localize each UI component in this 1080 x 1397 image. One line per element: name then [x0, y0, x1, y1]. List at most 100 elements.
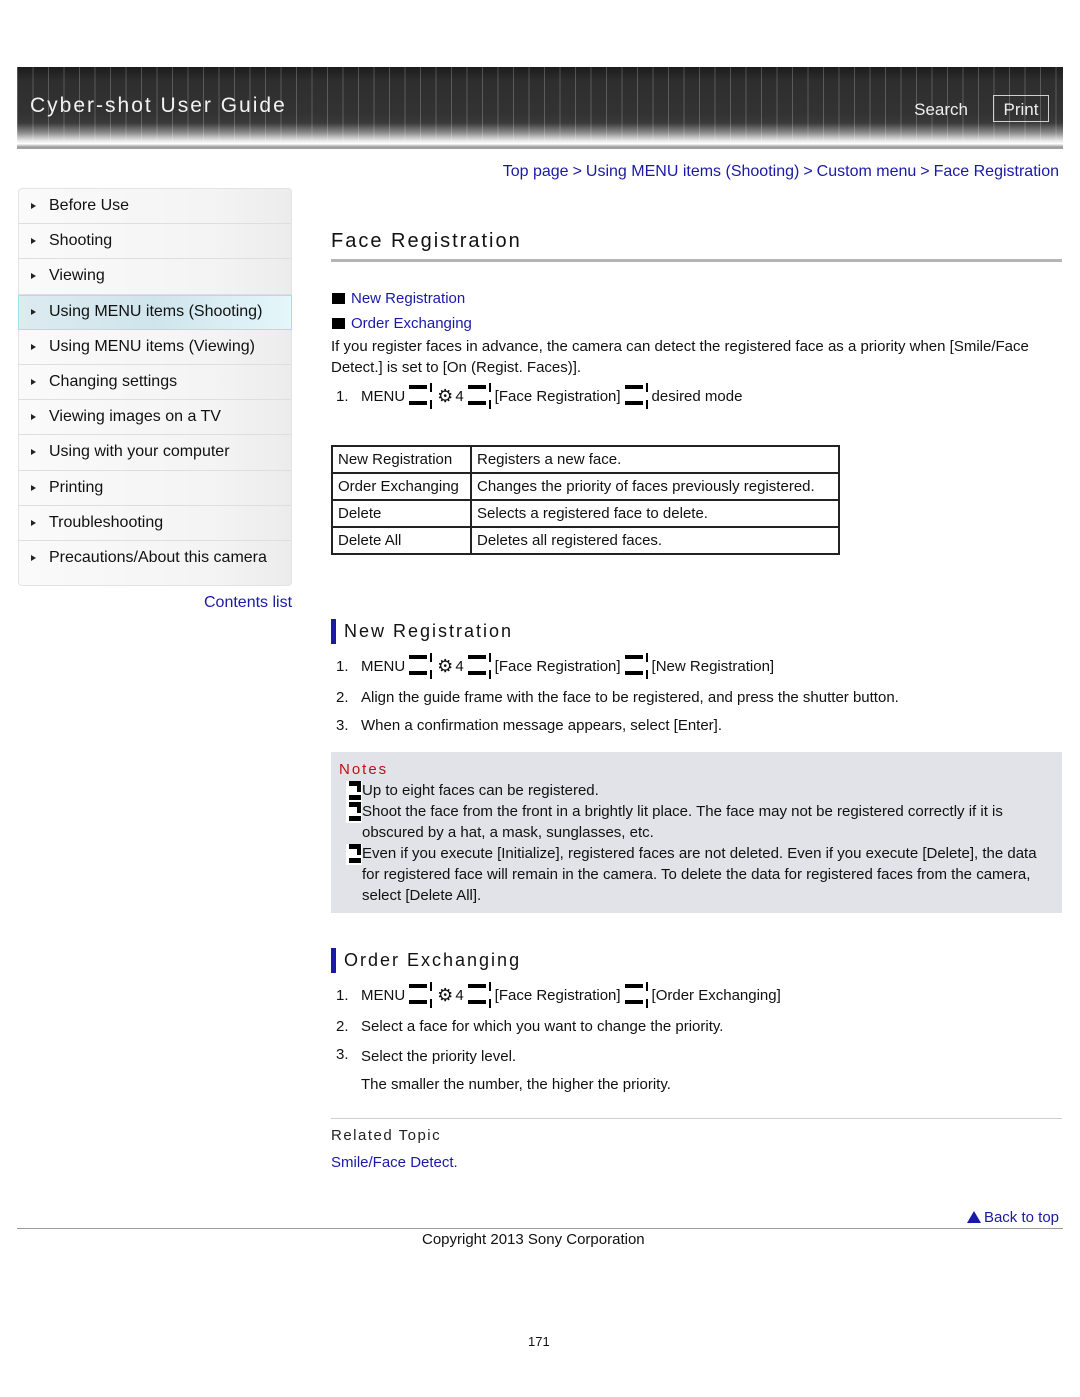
- page-toc: New Registration Order Exchanging: [332, 286, 472, 336]
- sidebar-item-printing[interactable]: Printing: [19, 471, 291, 506]
- step-number: 1.: [336, 657, 349, 675]
- contents-list-link[interactable]: Contents list: [204, 594, 292, 612]
- step-subtext: The smaller the number, the higher the p…: [361, 1076, 671, 1093]
- breadcrumb-face-registration[interactable]: Face Registration: [934, 163, 1059, 180]
- step-content: Select the priority level. The smaller t…: [361, 1046, 671, 1095]
- breadcrumb-separator: >: [803, 163, 813, 180]
- sidebar-item-label: Shooting: [49, 232, 113, 250]
- sidebar-item-troubleshooting[interactable]: Troubleshooting: [19, 506, 291, 541]
- intro-step: 1. MENU ⚙ 4 [Face Registration] desired …: [336, 383, 742, 409]
- related-link-smile-face-detect[interactable]: Smile/Face Detect.: [331, 1154, 458, 1171]
- bracket-arrow-icon: [623, 383, 650, 409]
- sidebar-item-precautions[interactable]: Precautions/About this camera: [19, 541, 291, 576]
- title-divider: [331, 259, 1062, 262]
- sidebar-item-shooting[interactable]: Shooting: [19, 224, 291, 260]
- print-button[interactable]: Print: [993, 95, 1049, 122]
- triangle-right-icon: [31, 449, 36, 456]
- breadcrumb-separator: >: [920, 163, 930, 180]
- header-bar: Cyber-shot User Guide Search Print: [17, 67, 1063, 147]
- sidebar-item-label: Viewing images on a TV: [49, 408, 221, 426]
- toc-item: New Registration: [332, 286, 472, 311]
- step-text: Align the guide frame with the face to b…: [361, 689, 899, 706]
- step-number: 2.: [336, 1018, 349, 1035]
- sidebar-item-label: Troubleshooting: [49, 513, 164, 531]
- bracket-arrow-icon: [623, 653, 650, 679]
- triangle-right-icon: [31, 238, 36, 245]
- step-tab-number: 4: [455, 387, 464, 405]
- sidebar-nav: Before Use Shooting Viewing Using MENU i…: [18, 188, 292, 586]
- options-table: New Registration Registers a new face. Or…: [331, 445, 840, 555]
- step-item: 2. Select a face for which you want to c…: [336, 1018, 723, 1035]
- triangle-right-icon: [31, 203, 36, 210]
- step-number: 1.: [336, 387, 349, 405]
- step-menu-label: MENU: [361, 387, 406, 405]
- note-text: Shoot the face from the front in a brigh…: [362, 803, 1003, 841]
- bracket-arrow-icon: [407, 653, 434, 679]
- notes-box: Notes Up to eight faces can be registere…: [331, 752, 1062, 913]
- triangle-right-icon: [31, 414, 36, 421]
- table-row: Order Exchanging Changes the priority of …: [331, 472, 840, 501]
- breadcrumb-custom-menu[interactable]: Custom menu: [817, 163, 917, 180]
- sidebar-item-menu-shooting[interactable]: Using MENU items (Shooting): [18, 294, 292, 330]
- triangle-right-icon: [31, 379, 36, 386]
- step-target: [New Registration]: [651, 657, 775, 675]
- step-item: 1. MENU ⚙ 4 [Face Registration] [Order E…: [336, 982, 781, 1008]
- bracket-arrow-icon: [407, 982, 434, 1008]
- note-text: Even if you execute [Initialize], regist…: [362, 845, 1037, 904]
- breadcrumb: Top page > Using MENU items (Shooting) > Cus…: [503, 163, 1059, 181]
- sidebar-item-viewing-tv[interactable]: Viewing images on a TV: [19, 400, 291, 436]
- step-item: 3. When a confirmation message appears, …: [336, 717, 722, 734]
- triangle-right-icon: [31, 555, 36, 562]
- section-heading-text: New Registration: [344, 621, 514, 641]
- breadcrumb-top-page[interactable]: Top page: [503, 163, 569, 180]
- sidebar-item-label: Changing settings: [49, 373, 178, 391]
- heading-bar-icon: [331, 619, 336, 644]
- step-number: 2.: [336, 689, 349, 706]
- copyright: Copyright 2013 Sony Corporation: [422, 1231, 645, 1248]
- breadcrumb-using-menu-shooting[interactable]: Using MENU items (Shooting): [586, 163, 799, 180]
- note-item: Shoot the face from the front in a brigh…: [339, 801, 1052, 843]
- sidebar-item-computer[interactable]: Using with your computer: [19, 435, 291, 471]
- back-to-top-link[interactable]: Back to top: [966, 1209, 1059, 1226]
- bracket-arrow-icon: [407, 383, 434, 409]
- toc-item: Order Exchanging: [332, 311, 472, 336]
- sidebar-item-changing-settings[interactable]: Changing settings: [19, 365, 291, 401]
- search-button[interactable]: Search: [914, 100, 968, 120]
- square-bullet-icon: [332, 293, 345, 304]
- sidebar-item-before-use[interactable]: Before Use: [19, 189, 291, 225]
- sidebar-item-menu-viewing[interactable]: Using MENU items (Viewing): [19, 330, 291, 365]
- app-title: Cyber-shot User Guide: [30, 94, 287, 117]
- step-text: Select a face for which you want to chan…: [361, 1018, 724, 1035]
- step-text: Select the priority level.: [361, 1048, 517, 1065]
- section-heading-order-exchanging: Order Exchanging: [331, 948, 521, 973]
- step-text: When a confirmation message appears, sel…: [361, 717, 723, 734]
- step-number: 1.: [336, 986, 349, 1004]
- square-bullet-icon: [332, 318, 345, 329]
- step-item: 2. Align the guide frame with the face t…: [336, 689, 899, 706]
- toc-link-new-registration[interactable]: New Registration: [351, 290, 465, 307]
- table-row: Delete All Deletes all registered faces.: [331, 526, 840, 555]
- header-divider: [17, 147, 1063, 149]
- sidebar-item-label: Printing: [49, 478, 104, 496]
- step-item: 1. MENU ⚙ 4 [Face Registration] [New Reg…: [336, 653, 774, 679]
- sidebar-item-label: Using MENU items (Viewing): [49, 337, 255, 355]
- step-number: 3.: [336, 717, 349, 734]
- note-text: Up to eight faces can be registered.: [362, 782, 599, 799]
- note-bullet-icon: [346, 781, 362, 802]
- breadcrumb-separator: >: [572, 163, 582, 180]
- heading-bar-icon: [331, 948, 336, 973]
- settings-gear-icon: ⚙: [437, 985, 454, 1005]
- sidebar-item-label: Using with your computer: [49, 443, 230, 461]
- note-bullet-icon: [346, 844, 362, 865]
- option-desc: Registers a new face.: [470, 445, 840, 474]
- notes-heading: Notes: [339, 761, 389, 778]
- note-item: Up to eight faces can be registered.: [339, 780, 1052, 802]
- toc-link-order-exchanging[interactable]: Order Exchanging: [351, 315, 472, 332]
- option-desc: Changes the priority of faces previously…: [470, 472, 840, 501]
- sidebar-item-viewing[interactable]: Viewing: [19, 259, 291, 295]
- triangle-right-icon: [31, 519, 36, 526]
- step-tab-number: 4: [455, 986, 464, 1004]
- sidebar-item-label: Viewing: [49, 267, 105, 285]
- option-name: Delete All: [331, 526, 472, 555]
- option-desc: Deletes all registered faces.: [470, 526, 840, 555]
